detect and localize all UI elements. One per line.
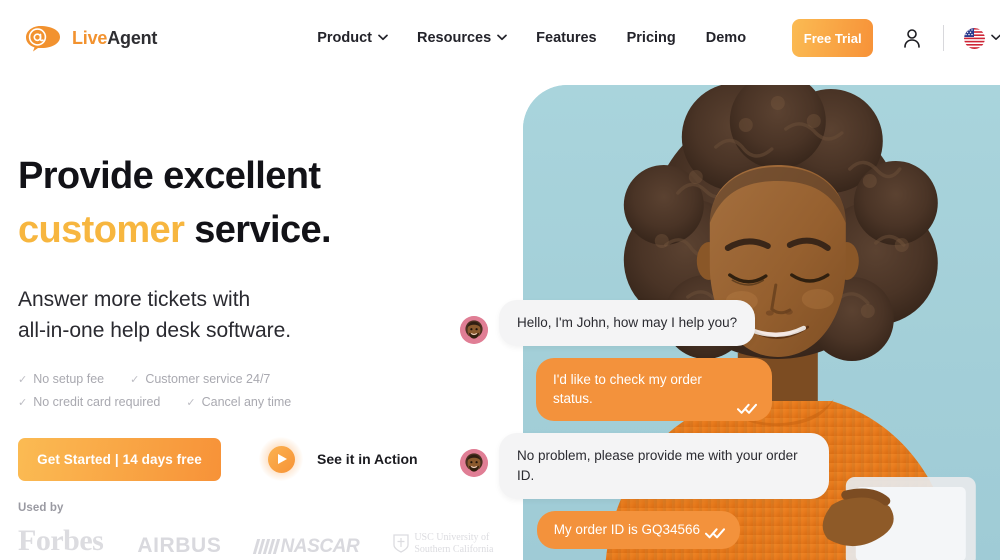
nav-item-resources[interactable]: Resources — [417, 30, 508, 46]
free-trial-button[interactable]: Free Trial — [792, 19, 874, 57]
nav-item-pricing-label: Pricing — [626, 30, 676, 46]
nav-item-demo[interactable]: Demo — [706, 30, 746, 46]
nav-item-product[interactable]: Product — [317, 30, 388, 46]
header-divider — [943, 25, 944, 51]
brand-logo-nascar: NASCAR — [253, 536, 360, 557]
nav-item-demo-label: Demo — [705, 30, 747, 46]
hero-content: Provide excellent customer service. Answ… — [18, 150, 518, 482]
used-by-section: Used by Forbes AIRBUS NASCAR USC Univers… — [18, 502, 518, 556]
chevron-down-icon — [497, 34, 508, 43]
double-check-icon — [737, 400, 757, 415]
nav-item-features[interactable]: Features — [536, 30, 596, 46]
chat-bubble-agent: Hello, I'm John, how may I help you? — [499, 300, 756, 347]
locale-selector[interactable] — [964, 27, 1000, 49]
cta-row: Get Started | 14 days free See it in Act… — [18, 437, 518, 482]
hero-subheading: Answer more tickets with all-in-one help… — [18, 284, 518, 346]
used-by-label: Used by — [18, 502, 64, 514]
chat-bubble-customer: My order ID is GQ34566 — [536, 510, 740, 549]
avatar — [460, 316, 488, 344]
feature-item: ✓ Cancel any time — [186, 395, 291, 409]
landing-page: LiveAgent Product Resources Features Pri… — [0, 0, 1000, 560]
chat-message-row: I'd like to check my order status. — [460, 358, 1000, 422]
play-button[interactable] — [267, 445, 295, 473]
page-title: Provide excellent customer service. — [18, 150, 518, 258]
get-started-button[interactable]: Get Started | 14 days free — [18, 437, 221, 481]
usc-shield-icon — [393, 534, 409, 554]
us-flag-icon — [964, 27, 985, 49]
check-icon: ✓ — [18, 373, 28, 386]
user-icon[interactable] — [903, 28, 921, 48]
play-circle-icon[interactable] — [259, 437, 303, 482]
feature-item-label: Cancel any time — [201, 395, 292, 410]
headline-accent: customer — [18, 208, 185, 251]
check-icon: ✓ — [18, 396, 28, 409]
logo-text-live: Live — [72, 27, 108, 48]
headline-line-1: Provide excellent — [18, 155, 321, 197]
avatar — [460, 449, 488, 478]
nav-item-product-label: Product — [317, 30, 372, 46]
feature-list: ✓ No setup fee ✓ Customer service 24/7 ✓… — [18, 372, 518, 409]
feature-item-label: No setup fee — [33, 372, 105, 387]
brand-logo-nascar-text: NASCAR — [280, 536, 360, 557]
feature-item-label: Customer service 24/7 — [145, 372, 271, 387]
chat-message-row: No problem, please provide me with your … — [460, 433, 1000, 499]
feature-item: ✓ No credit card required — [18, 395, 160, 409]
feature-row: ✓ No setup fee ✓ Customer service 24/7 — [18, 372, 518, 386]
see-it-in-action-link[interactable]: See it in Action — [317, 451, 418, 467]
play-triangle-icon — [277, 454, 287, 465]
chat-bubble-customer-text: I'd like to check my order status. — [553, 372, 702, 407]
check-icon: ✓ — [186, 396, 196, 409]
feature-item: ✓ No setup fee — [18, 372, 104, 386]
headline-line-2: service. — [184, 208, 331, 251]
chat-bubble-customer: I'd like to check my order status. — [536, 358, 772, 422]
chat-bubble-customer-text: My order ID is GQ34566 — [553, 521, 700, 537]
nav-item-features-label: Features — [536, 30, 597, 46]
logo-text-agent: Agent — [107, 27, 158, 48]
chevron-down-icon — [991, 34, 1000, 43]
at-speech-bubble-icon — [24, 24, 64, 52]
chevron-down-icon — [378, 34, 388, 43]
chat-widget: Hello, I'm John, how may I help you? I'd… — [460, 300, 1000, 560]
brand-logo-list: Forbes AIRBUS NASCAR USC University of S… — [18, 524, 518, 557]
nav-item-resources-label: Resources — [417, 30, 492, 46]
nascar-bars-icon — [253, 539, 281, 554]
nav-item-pricing[interactable]: Pricing — [627, 30, 676, 46]
site-header: LiveAgent Product Resources Features Pri… — [0, 0, 1000, 76]
feature-item: ✓ Customer service 24/7 — [130, 372, 270, 386]
chat-message-row: Hello, I'm John, how may I help you? — [460, 300, 1000, 347]
brand-logo-forbes: Forbes — [18, 524, 104, 557]
subheading-line-2: all-in-one help desk software. — [18, 318, 292, 342]
chat-message-row: My order ID is GQ34566 — [460, 510, 1000, 549]
subheading-line-1: Answer more tickets with — [18, 287, 251, 311]
brand-logo-airbus: AIRBUS — [137, 534, 222, 557]
logo-text: LiveAgent — [72, 28, 157, 49]
main-nav: Product Resources Features Pricing Demo — [317, 30, 746, 46]
feature-item-label: No credit card required — [33, 395, 161, 410]
feature-row: ✓ No credit card required ✓ Cancel any t… — [18, 395, 518, 409]
logo[interactable]: LiveAgent — [24, 24, 157, 52]
double-check-icon — [705, 524, 725, 539]
check-icon: ✓ — [130, 373, 140, 386]
chat-bubble-agent: No problem, please provide me with your … — [499, 433, 829, 499]
